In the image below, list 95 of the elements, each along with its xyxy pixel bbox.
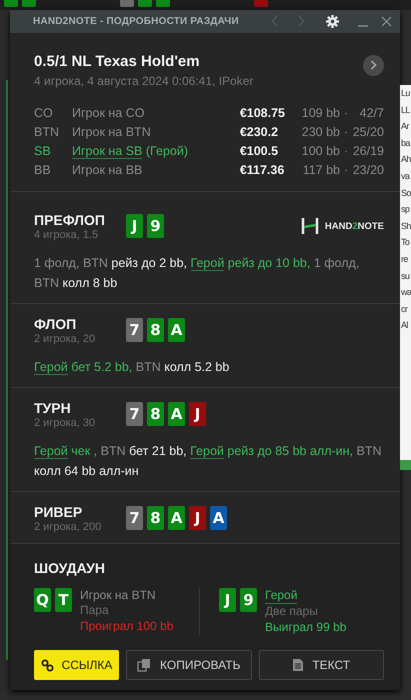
player-position: BB — [34, 162, 52, 178]
player-stats: 23/20 — [352, 162, 384, 178]
settings-icon[interactable] — [326, 14, 339, 28]
hand-info: 4 игрока, 4 августа 2024 0:06:41, IPoker — [34, 74, 254, 88]
player-stats: 26/19 — [352, 142, 384, 160]
hand-rank: Пара — [80, 603, 109, 618]
player-stack: €108.75 — [240, 104, 285, 122]
logo-text: HAND2NOTE — [324, 220, 384, 232]
document-icon — [292, 658, 304, 672]
stack-in-bb: 100 bb — [300, 142, 340, 160]
stack-in-bb: 117 bb — [302, 162, 340, 178]
next-hand-button[interactable] — [363, 54, 384, 76]
action-summary: 1 фолд, BTN рейз до 2 bb, Герой рейз до 10 bb, 1 фолд, BTN колл 8 bb — [34, 254, 360, 292]
street-title: ПРЕФЛОП — [34, 212, 106, 228]
list-text: Al — [400, 319, 409, 332]
link-button[interactable]: ССЫЛКА — [34, 650, 119, 680]
list-text: Ah — [400, 153, 411, 166]
separator-dot: · — [342, 104, 348, 122]
close-icon[interactable] — [381, 16, 392, 27]
player-position: BTN — [34, 124, 60, 140]
list-text: To — [400, 236, 410, 250]
playing-card: Q — [34, 588, 51, 612]
hand-result: Выиграл 99 bb — [265, 620, 346, 635]
list-text: sp — [400, 203, 410, 216]
separator-dot: · — [342, 162, 348, 178]
street-info: 4 игрока, 1.5 — [34, 228, 100, 240]
playing-card: 7 — [126, 318, 143, 342]
stack-in-bb: 109 bb — [300, 104, 340, 122]
playing-card: 8 — [147, 402, 164, 426]
street-title: ФЛОП — [34, 316, 78, 332]
list-text: ba — [400, 136, 411, 150]
street-title: РИВЕР — [34, 504, 84, 520]
window-title: HAND2NOTE - ПОДРОБНОСТИ РАЗДАЧИ — [33, 16, 240, 27]
hero-link[interactable]: Герой — [190, 444, 224, 458]
action-summary: Герой чек , BTN бет 21 bb, Герой рейз до 85 bb алл-ин, BTN колл 64 bb алл-ин — [34, 442, 382, 480]
hero-link[interactable]: Герой — [34, 360, 68, 374]
separator-dot: · — [342, 142, 348, 160]
showdown-title: ШОУДАУН — [34, 560, 106, 576]
hero-link[interactable]: Герой — [34, 444, 68, 458]
list-text: Ar — [400, 120, 410, 134]
playing-card: J — [189, 506, 206, 530]
player-name[interactable]: Герой — [265, 588, 298, 604]
playing-card: A — [168, 506, 185, 530]
hero-link[interactable]: Герой — [190, 256, 224, 270]
playing-card: J — [189, 402, 206, 426]
list-text: wa — [400, 286, 411, 300]
playing-card: 9 — [147, 214, 164, 238]
logo-icon — [300, 217, 319, 235]
playing-card: J — [126, 214, 143, 238]
playing-card: 7 — [126, 402, 143, 426]
playing-card: 7 — [126, 506, 143, 530]
player-stack: €230.2 — [240, 124, 280, 140]
separator-dot: · — [342, 124, 348, 140]
list-text: va — [400, 170, 411, 183]
player-name: Игрок на BTN — [72, 124, 152, 140]
playing-card: 8 — [147, 318, 164, 342]
copy-icon — [137, 658, 152, 672]
playing-card: A — [210, 506, 227, 530]
player-name: Игрок на CO — [72, 104, 146, 122]
player-stack: €100.5 — [240, 142, 280, 160]
stack-in-bb: 230 bb — [300, 124, 340, 140]
player-position: SB — [34, 142, 52, 160]
player-position: CO — [34, 104, 54, 122]
street-info: 2 игрока, 20 — [34, 332, 96, 344]
list-text: Lu — [400, 87, 411, 100]
list-text: So — [400, 186, 411, 200]
hero-tag: (Герой) — [142, 144, 188, 158]
playing-card: A — [168, 318, 185, 342]
street-info: 2 игрока, 30 — [34, 416, 96, 428]
playing-card: 9 — [240, 588, 257, 612]
street-info: 2 игрока, 200 — [34, 520, 102, 532]
playing-card: T — [55, 588, 72, 612]
action-summary: Герой бет 5.2 bb, BTN колл 5.2 bb — [34, 358, 230, 376]
game-title: 0.5/1 NL Texas Hold'em — [34, 52, 201, 70]
player-stats: 42/7 — [358, 104, 384, 122]
list-text: cr — [400, 302, 409, 316]
list-text: re — [400, 252, 409, 266]
hand-rank: Две пары — [265, 604, 318, 620]
text-button[interactable]: ТЕКСТ — [258, 650, 384, 680]
chevron-right-icon — [370, 60, 377, 70]
player-stack: €117.36 — [240, 162, 285, 178]
list-text: LL — [400, 104, 411, 117]
street-title: ТУРН — [34, 400, 72, 416]
copy-button[interactable]: КОПИРОВАТЬ — [126, 650, 252, 680]
player-name[interactable]: Игрок на SB — [72, 144, 142, 158]
list-text: su — [400, 270, 410, 283]
playing-card: 8 — [147, 506, 164, 530]
link-icon — [40, 658, 54, 672]
player-stats: 25/20 — [352, 124, 384, 140]
player-name: Игрок на BB — [72, 162, 144, 178]
player-name: Игрок на BTN — [80, 588, 156, 603]
playing-card: A — [168, 402, 185, 426]
hand-result: Проиграл 100 bb — [80, 618, 174, 634]
list-text: Sh — [400, 220, 411, 233]
playing-card: J — [219, 588, 236, 612]
